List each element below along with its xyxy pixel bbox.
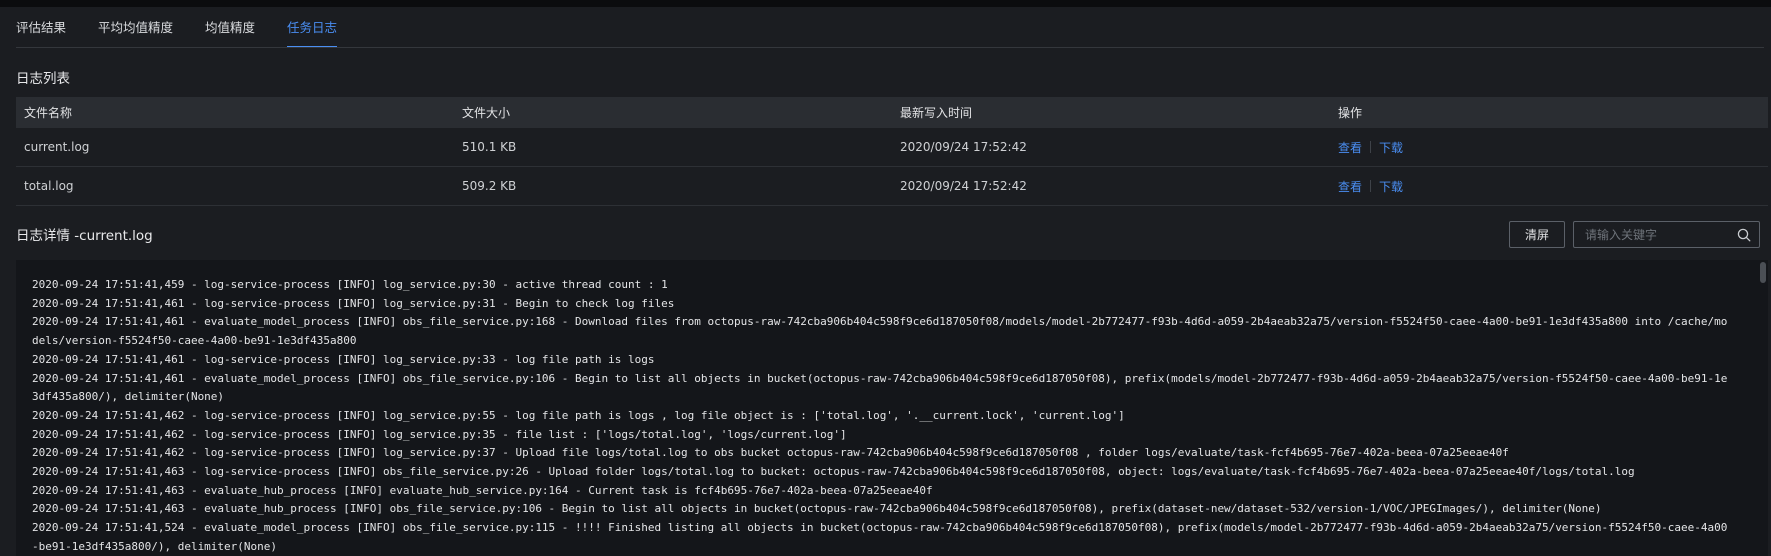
log-detail-title: 日志详情 -current.log xyxy=(16,228,153,244)
file-size: 509.2 KB xyxy=(462,179,517,193)
download-link[interactable]: 下载 xyxy=(1379,178,1403,195)
log-line: 2020-09-24 17:51:41,524 - evaluate_model… xyxy=(32,521,1728,553)
col-header-last-write: 最新写入时间 xyxy=(900,106,973,120)
tab-bar: 评估结果 平均均值精度 均值精度 任务日志 xyxy=(16,17,369,48)
table-header: 文件名称 文件大小 最新写入时间 操作 xyxy=(16,97,1768,128)
file-time: 2020/09/24 17:52:42 xyxy=(900,179,1027,193)
tab-eval-results[interactable]: 评估结果 xyxy=(16,17,66,48)
download-link[interactable]: 下载 xyxy=(1379,139,1403,156)
keyword-search xyxy=(1573,221,1760,248)
log-line: 2020-09-24 17:51:41,459 - log-service-pr… xyxy=(32,278,668,291)
log-lines: 2020-09-24 17:51:41,459 - log-service-pr… xyxy=(16,260,1746,556)
log-line: 2020-09-24 17:51:41,461 - log-service-pr… xyxy=(32,296,675,310)
scrollbar-thumb[interactable] xyxy=(1760,262,1766,283)
col-header-filesize: 文件大小 xyxy=(462,106,511,120)
log-line: 2020-09-24 17:51:41,462 - log-service-pr… xyxy=(32,427,847,441)
log-line: 2020-09-24 17:51:41,462 - log-service-pr… xyxy=(32,408,1125,422)
table-row: current.log 510.1 KB 2020/09/24 17:52:42… xyxy=(16,128,1768,167)
file-size: 510.1 KB xyxy=(462,140,517,154)
file-name: current.log xyxy=(24,140,90,154)
log-line: 2020-09-24 17:51:41,463 - evaluate_hub_p… xyxy=(32,483,933,497)
log-line: 2020-09-24 17:51:41,461 - evaluate_model… xyxy=(32,371,1728,404)
log-list-title: 日志列表 xyxy=(16,71,70,87)
clear-screen-button[interactable]: 清屏 xyxy=(1509,221,1565,248)
action-separator xyxy=(1370,141,1372,153)
row-actions: 查看 下载 xyxy=(1330,178,1768,195)
col-header-actions: 操作 xyxy=(1338,106,1363,120)
action-separator xyxy=(1370,180,1372,192)
file-name: total.log xyxy=(24,179,74,193)
row-actions: 查看 下载 xyxy=(1330,139,1768,156)
log-scrollbar[interactable] xyxy=(1760,262,1766,552)
col-header-filename: 文件名称 xyxy=(24,106,73,120)
log-line: 2020-09-24 17:51:41,463 - evaluate_hub_p… xyxy=(32,502,1602,516)
view-link[interactable]: 查看 xyxy=(1338,178,1362,195)
log-line: 2020-09-24 17:51:41,462 - log-service-pr… xyxy=(32,446,1509,460)
tabs-divider xyxy=(16,47,1764,48)
tab-task-log[interactable]: 任务日志 xyxy=(287,17,338,48)
log-line: 2020-09-24 17:51:41,463 - log-service-pr… xyxy=(32,465,1635,479)
search-icon[interactable] xyxy=(1729,222,1759,247)
log-line: 2020-09-24 17:51:41,461 - evaluate_model… xyxy=(32,315,1728,348)
table-row: total.log 509.2 KB 2020/09/24 17:52:42 查… xyxy=(16,167,1768,206)
view-link[interactable]: 查看 xyxy=(1338,139,1362,156)
log-line: 2020-09-24 17:51:41,461 - log-service-pr… xyxy=(32,352,655,366)
log-list-table: 文件名称 文件大小 最新写入时间 操作 current.log 510.1 KB… xyxy=(16,97,1768,206)
file-time: 2020/09/24 17:52:42 xyxy=(900,140,1027,154)
search-input[interactable] xyxy=(1574,227,1729,242)
tab-mean-average-precision[interactable]: 平均均值精度 xyxy=(98,17,173,48)
top-strip xyxy=(0,0,1771,7)
log-output-panel: 2020-09-24 17:51:41,459 - log-service-pr… xyxy=(16,260,1768,556)
tab-mean-precision[interactable]: 均值精度 xyxy=(205,17,255,48)
